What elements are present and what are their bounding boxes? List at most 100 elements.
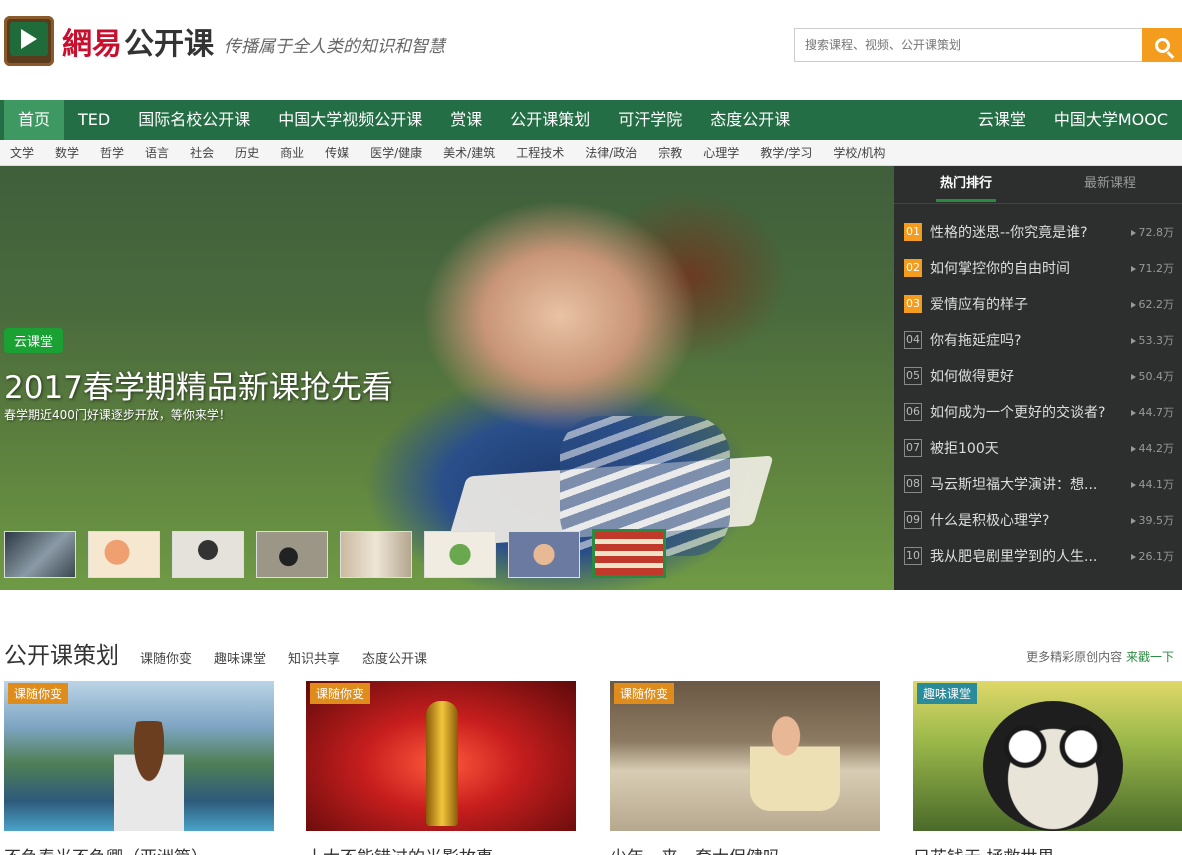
category-item[interactable]: 文学 [10,144,34,161]
play-count-icon [1130,302,1136,308]
rank-views: 39.5万 [1138,514,1175,527]
category-item[interactable]: 法律/政治 [585,144,637,161]
ranking-item[interactable]: 06 如何成为一个更好的交谈者? 44.7万 [894,394,1182,430]
ranking-item[interactable]: 08 马云斯坦福大学演讲：想... 44.1万 [894,466,1182,502]
card-title[interactable]: 不负春光不负卿（亚洲篇） [4,843,208,855]
category-item[interactable]: 传媒 [325,144,349,161]
card-title[interactable]: 少年，来一套大保健吗 [610,843,780,855]
card-title[interactable]: 只花钱无 拯救世界 [913,843,1054,855]
hero-banner[interactable]: 云课堂 2017春学期精品新课抢先看 春学期近400门好课逐步开放，等你来学！ [0,166,894,590]
hero-thumbnail[interactable] [424,531,496,578]
rank-title[interactable]: 如何成为一个更好的交谈者? [930,402,1108,422]
hero-thumbnail[interactable] [340,531,412,578]
card-image[interactable]: 趣味课堂 [913,681,1182,831]
section-header: 公开课策划 课随你变 趣味课堂 知识共享 态度公开课 更多精彩原创内容 来戳一下 [0,636,1182,669]
rank-title[interactable]: 爱情应有的样子 [930,294,1108,314]
hero-thumbnail[interactable] [4,531,76,578]
nav-item-cloud-class[interactable]: 云课堂 [964,100,1040,140]
nav-item-attitude[interactable]: 态度公开课 [696,100,804,140]
ranking-item[interactable]: 04 你有拖延症吗? 53.3万 [894,322,1182,358]
ranking-item[interactable]: 03 爱情应有的样子 62.2万 [894,286,1182,322]
tab-hot[interactable]: 热门排行 [894,166,1038,203]
rank-title[interactable]: 什么是积极心理学? [930,510,1108,530]
card-image[interactable]: 课随你变 [306,681,576,831]
rank-title[interactable]: 性格的迷思--你究竟是谁? [930,222,1108,242]
play-count-icon [1130,446,1136,452]
tab-newest[interactable]: 最新课程 [1038,166,1182,203]
search-input[interactable] [794,28,1142,62]
rank-number: 05 [904,367,922,385]
hero-thumbnail[interactable] [172,531,244,578]
nav-item-shangke[interactable]: 赏课 [436,100,496,140]
course-card[interactable]: 课随你变 少年，来一套大保健吗 [610,681,880,855]
card-tag: 课随你变 [310,683,371,704]
ranking-item[interactable]: 09 什么是积极心理学? 39.5万 [894,502,1182,538]
section-tab[interactable]: 态度公开课 [362,648,427,667]
section-tab[interactable]: 知识共享 [288,648,340,667]
hero-thumbnail-active[interactable] [592,529,666,578]
ranking-item[interactable]: 05 如何做得更好 50.4万 [894,358,1182,394]
rank-views: 71.2万 [1138,262,1175,275]
category-item[interactable]: 学校/机构 [833,144,885,161]
hero-thumbnail[interactable] [88,531,160,578]
ranking-item[interactable]: 10 我从肥皂剧里学到的人生... 26.1万 [894,538,1182,574]
hero-thumbnail[interactable] [256,531,328,578]
category-item[interactable]: 历史 [235,144,259,161]
course-card[interactable]: 课随你变 十大不能错过的光影故事 [306,681,576,855]
category-item[interactable]: 心理学 [703,144,739,161]
hero-title[interactable]: 2017春学期精品新课抢先看 [4,362,393,407]
category-item[interactable]: 数学 [55,144,79,161]
nav-item-ted[interactable]: TED [64,100,124,140]
rank-number: 09 [904,511,922,529]
main-nav: 首页 TED 国际名校公开课 中国大学视频公开课 赏课 公开课策划 可汗学院 态… [0,100,1182,140]
category-item[interactable]: 语言 [145,144,169,161]
section-tab[interactable]: 课随你变 [140,648,192,667]
ranking-item[interactable]: 01 性格的迷思--你究竟是谁? 72.8万 [894,214,1182,250]
category-item[interactable]: 宗教 [658,144,682,161]
card-image[interactable]: 课随你变 [4,681,274,831]
nav-item-intl-schools[interactable]: 国际名校公开课 [124,100,264,140]
nav-item-home[interactable]: 首页 [4,100,65,140]
category-nav: 文学 数学 哲学 语言 社会 历史 商业 传媒 医学/健康 美术/建筑 工程技术… [0,140,1182,166]
nav-item-china-univ-video[interactable]: 中国大学视频公开课 [264,100,436,140]
category-item[interactable]: 医学/健康 [370,144,422,161]
nav-item-planning[interactable]: 公开课策划 [496,100,604,140]
rank-title[interactable]: 我从肥皂剧里学到的人生... [930,546,1108,566]
category-item[interactable]: 社会 [190,144,214,161]
card-grid: 课随你变 不负春光不负卿（亚洲篇） 课随你变 十大不能错过的光影故事 课随你变 … [4,681,1182,855]
category-item[interactable]: 哲学 [100,144,124,161]
rank-title[interactable]: 马云斯坦福大学演讲：想... [930,474,1108,494]
card-title[interactable]: 十大不能错过的光影故事 [306,843,493,855]
card-image[interactable]: 课随你变 [610,681,880,831]
rank-title[interactable]: 你有拖延症吗? [930,330,1108,350]
rank-title[interactable]: 如何掌控你的自由时间 [930,258,1108,278]
ranking-panel: 热门排行 最新课程 01 性格的迷思--你究竟是谁? 72.8万 02 如何掌控你的自… [894,166,1182,590]
slogan: 传播属于全人类的知识和智慧 [224,36,445,57]
more-content: 更多精彩原创内容 来戳一下 [1026,648,1174,665]
hero-thumbnail[interactable] [508,531,580,578]
more-link[interactable]: 来戳一下 [1126,650,1174,664]
category-item[interactable]: 工程技术 [516,144,564,161]
section-tab[interactable]: 趣味课堂 [214,648,266,667]
more-text: 更多精彩原创内容 [1026,650,1123,664]
ranking-item[interactable]: 02 如何掌控你的自由时间 71.2万 [894,250,1182,286]
play-icon [4,16,54,66]
course-card[interactable]: 课随你变 不负春光不负卿（亚洲篇） [4,681,274,855]
rank-number: 06 [904,403,922,421]
hero-badge[interactable]: 云课堂 [4,328,64,353]
play-count-icon [1130,518,1136,524]
rank-title[interactable]: 如何做得更好 [930,366,1108,386]
rank-number: 07 [904,439,922,457]
rank-title[interactable]: 被拒100天 [930,438,1108,458]
search-button[interactable] [1142,28,1182,62]
rank-number: 10 [904,547,922,565]
category-item[interactable]: 教学/学习 [760,144,812,161]
category-item[interactable]: 美术/建筑 [443,144,495,161]
category-item[interactable]: 商业 [280,144,304,161]
site-logo[interactable]: 網易公开课 传播属于全人类的知识和智慧 [4,16,445,66]
nav-item-khan[interactable]: 可汗学院 [604,100,696,140]
ranking-item[interactable]: 07 被拒100天 44.2万 [894,430,1182,466]
course-card[interactable]: 趣味课堂 只花钱无 拯救世界 [913,681,1182,855]
nav-item-mooc[interactable]: 中国大学MOOC [1040,100,1182,140]
logo-brand: 網易 [62,27,122,62]
